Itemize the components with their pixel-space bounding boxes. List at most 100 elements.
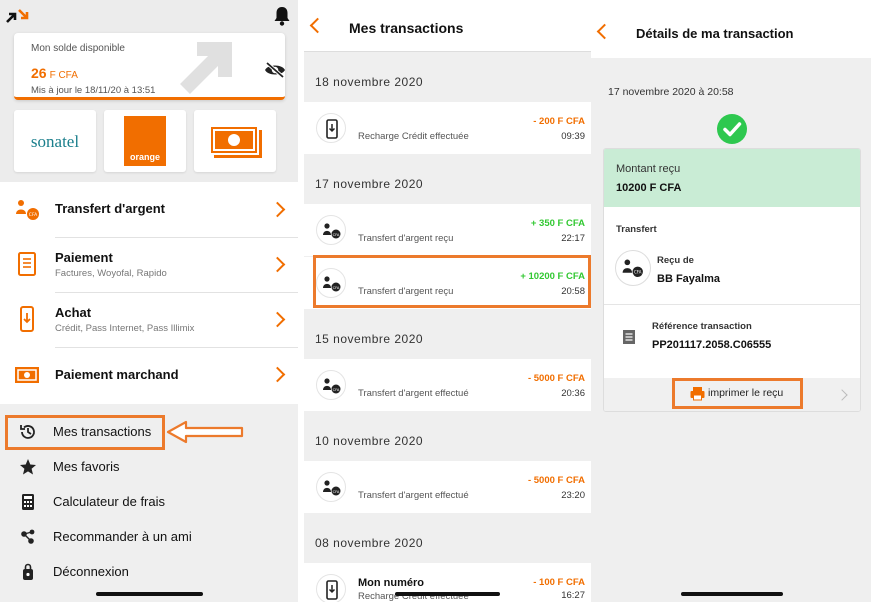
menu-item-title: Paiement marchand [55,367,179,382]
transfer-icon: CFA [16,200,39,220]
annotation-highlight-box [5,415,165,450]
transaction-datetime: 17 novembre 2020 à 20:58 [608,86,734,98]
share-icon [21,529,35,544]
menu-item-merchant-payment[interactable]: Paiement marchand [0,347,298,403]
sonatel-logo: sonatel [30,132,80,151]
menu-item-subtitle: Factures, Woyofal, Rapido [55,268,167,279]
menu-item-subtitle: Crédit, Pass Internet, Pass Illimix [55,323,195,334]
phone-download-icon [316,574,346,602]
transaction-description: Transfert d'argent reçu [358,233,454,244]
date-header: 15 novembre 2020 [315,332,424,346]
chevron-right-icon [836,389,848,401]
transaction-detail-card: Montant reçu 10200 F CFA Transfert CFA R… [603,148,861,412]
chevron-right-icon [269,366,286,383]
print-receipt-button[interactable]: imprimer le reçu [672,378,803,409]
menu-item-payment[interactable]: Paiement Factures, Woyofal, Rapido [0,237,298,293]
details-header: Détails de ma transaction [591,0,871,58]
amount-value: 10200 F CFA [616,182,682,194]
transaction-description: Transfert d'argent effectué [358,490,469,501]
transaction-time: 09:39 [561,131,585,142]
orange-money-logo [6,9,29,23]
divider [604,304,860,305]
chevron-right-icon [269,201,286,218]
date-header: 08 novembre 2020 [315,536,424,550]
svg-text:CFA: CFA [333,490,340,494]
date-header: 17 novembre 2020 [315,177,424,191]
transaction-row[interactable]: Recharge Crédit effectuée - 200 F CFA 09… [304,102,591,154]
amount-label: Montant reçu [616,163,681,175]
svg-text:CFA: CFA [333,388,340,392]
sender-label: Reçu de [657,255,694,266]
transaction-amount: + 350 F CFA [530,218,585,229]
balance-value: 26 [31,65,47,81]
banknote-icon [209,125,262,158]
star-icon [20,459,36,475]
transfer-icon: CFA [615,250,651,286]
balance-label: Mon solde disponible [31,43,125,54]
transaction-row[interactable]: Mon numéro Recharge Crédit effectuée - 1… [304,563,591,602]
annotation-highlight-box [313,255,591,308]
transfer-icon: CFA [316,472,346,502]
date-header: 10 novembre 2020 [315,434,424,448]
logo-watermark-icon [180,42,232,94]
reference-value: PP201117.2058.C06555 [652,339,772,351]
home-indicator [681,592,783,596]
success-check-icon [717,114,747,144]
transaction-description: Transfert d'argent effectué [358,388,469,399]
transaction-details-screen: Détails de ma transaction 17 novembre 20… [591,0,871,602]
menu-item-title: Achat [55,305,92,320]
svg-text:CFA: CFA [333,233,340,237]
balance-card: Mon solde disponible 26 F CFA Mis à jour … [14,33,285,100]
date-header: 18 novembre 2020 [315,75,424,89]
transaction-amount: - 5000 F CFA [527,373,585,384]
phone-download-icon [316,113,346,143]
transaction-time: 20:36 [561,388,585,399]
transaction-row[interactable]: CFA Transfert d'argent reçu + 350 F CFA … [304,204,591,256]
document-icon [623,330,635,344]
transaction-row[interactable]: CFA Transfert d'argent effectué - 5000 F… [304,359,591,411]
home-screen: Mon solde disponible 26 F CFA Mis à jour … [0,0,298,602]
orange-logo-text: orange [129,152,160,162]
transaction-amount: - 200 F CFA [533,116,585,127]
phone-icon [20,306,34,332]
calculator-icon [22,494,34,510]
transaction-description: Recharge Crédit effectuée [358,131,469,142]
back-chevron-icon[interactable] [596,23,613,40]
link-recommend[interactable]: Recommander à un ami [0,520,298,554]
page-title: Détails de ma transaction [636,26,794,41]
home-indicator [96,592,203,596]
transfer-icon: CFA [316,215,346,245]
link-logout[interactable]: Déconnexion [0,555,298,589]
menu-item-title: Transfert d'argent [55,201,166,216]
orange-logo: orange [124,116,166,166]
logout-icon [23,563,33,580]
eye-off-icon[interactable] [264,61,285,79]
transaction-title: Mon numéro [358,577,424,589]
back-chevron-icon[interactable] [309,17,326,34]
bill-icon [18,252,36,276]
section-title: Transfert [616,224,657,235]
menu-item-transfer[interactable]: CFA Transfert d'argent [0,182,298,238]
sender-name: BB Fayalma [657,273,720,285]
sonatel-tile[interactable]: sonatel [14,110,96,172]
reference-label: Référence transaction [652,321,752,332]
printer-icon [690,387,705,401]
svg-text:CFA: CFA [29,212,38,218]
bell-icon[interactable] [273,5,291,27]
menu-item-title: Paiement [55,250,113,265]
link-fee-calculator[interactable]: Calculateur de frais [0,485,298,519]
banknote-tile[interactable] [194,110,276,172]
transaction-time: 16:27 [561,590,585,601]
transactions-header: Mes transactions [304,0,591,52]
chevron-right-icon [269,311,286,328]
transaction-row[interactable]: CFA Transfert d'argent effectué - 5000 F… [304,461,591,513]
link-label: Calculateur de frais [53,494,165,509]
menu-item-purchase[interactable]: Achat Crédit, Pass Internet, Pass Illimi… [0,292,298,348]
orange-tile[interactable]: orange [104,110,186,172]
link-favorites[interactable]: Mes favoris [0,450,298,484]
home-header-area: Mon solde disponible 26 F CFA Mis à jour … [0,0,298,182]
link-label: Déconnexion [53,564,129,579]
balance-amount: 26 F CFA [31,65,78,81]
annotation-arrow-icon [166,420,244,444]
amount-received-banner: Montant reçu 10200 F CFA [604,149,860,207]
